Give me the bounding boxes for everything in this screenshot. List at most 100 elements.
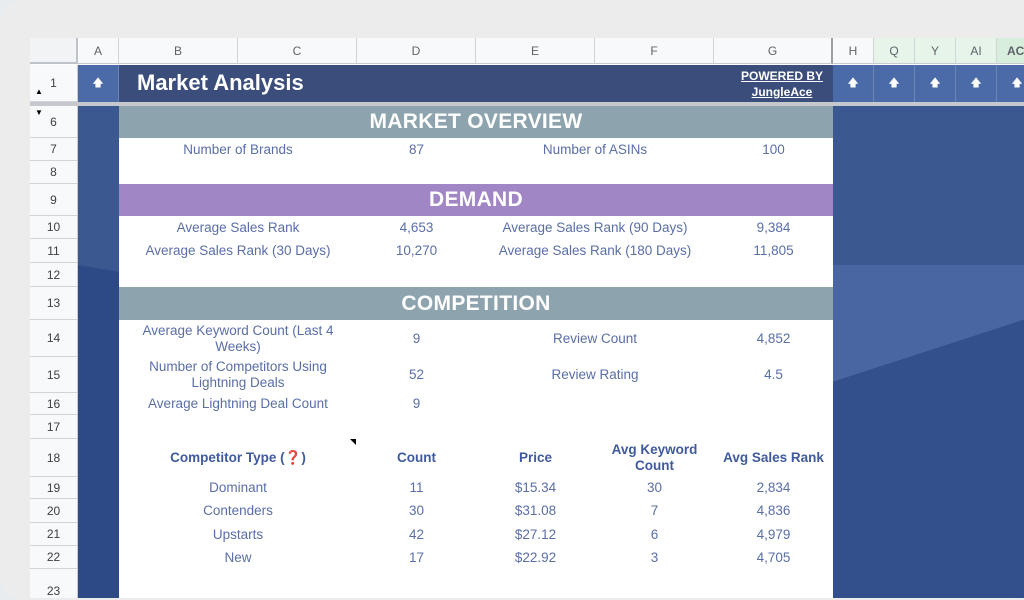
row-header-22[interactable]: 22 xyxy=(30,546,78,569)
help-icon[interactable]: ❓ xyxy=(285,450,302,466)
table-cell-asr[interactable]: 4,979 xyxy=(714,523,833,546)
table-cell-count[interactable]: 30 xyxy=(357,499,476,523)
review-rating-label: Review Rating xyxy=(551,367,639,382)
row-header-19[interactable]: 19 xyxy=(30,477,78,499)
column-header-c[interactable]: C xyxy=(238,38,357,64)
column-header-g[interactable]: G xyxy=(714,38,833,64)
table-cell-price[interactable]: $27.12 xyxy=(476,523,595,546)
column-header-a[interactable]: A xyxy=(78,38,119,64)
select-all-corner[interactable] xyxy=(30,38,78,64)
powered-by-link[interactable]: POWERED BY JungleAce xyxy=(741,68,823,100)
review-rating-value[interactable]: 4.5 xyxy=(714,357,833,393)
table-cell-count[interactable]: 42 xyxy=(357,523,476,546)
sort-up-icon[interactable]: 🡅 xyxy=(956,65,997,102)
column-header-e[interactable]: E xyxy=(476,38,595,64)
table-cell-asr[interactable]: 4,705 xyxy=(714,546,833,569)
title-bar: Market Analysis POWERED BY JungleAce xyxy=(119,65,833,102)
row-header-23[interactable]: 23 xyxy=(30,569,78,598)
table-cell-type[interactable]: Upstarts xyxy=(119,523,357,546)
competition-band: COMPETITION xyxy=(119,287,833,320)
sort-up-icon[interactable]: 🡅 xyxy=(997,65,1024,102)
row-header-6[interactable]: ▼ 6 xyxy=(30,106,78,138)
row-header-8[interactable]: 8 xyxy=(30,161,78,184)
row-header-16[interactable]: 16 xyxy=(30,393,78,415)
row-header-1[interactable]: 1 ▲ xyxy=(30,65,78,102)
row-header-14[interactable]: 14 xyxy=(30,320,78,357)
table-cell-akc[interactable]: 3 xyxy=(595,546,714,569)
row-number: 6 xyxy=(50,114,57,129)
table-cell-type[interactable]: New xyxy=(119,546,357,569)
row-header-13[interactable]: 13 xyxy=(30,287,78,320)
device-frame: A B C D E F G H Q Y AI AC 1 ▲ ▼ 6 7 8 9 10… xyxy=(0,0,1024,600)
competitor-type-header: Competitor Type (❓) xyxy=(119,439,357,477)
brands-label: Number of Brands xyxy=(183,141,293,157)
sort-up-icon[interactable]: 🡅 xyxy=(915,65,956,102)
report-panel: MARKET OVERVIEW Number of Brands 87 Numb… xyxy=(119,106,833,598)
collapse-up-icon[interactable]: ▲ xyxy=(35,87,43,96)
row-header-9[interactable]: 9 xyxy=(30,184,78,216)
lightning-deals-value[interactable]: 52 xyxy=(357,357,476,393)
avg-keyword-count-header: Avg Keyword Count xyxy=(611,442,698,473)
column-header-q[interactable]: Q xyxy=(874,38,915,64)
demand-band: DEMAND xyxy=(119,184,833,216)
sort-up-icon[interactable]: 🡅 xyxy=(78,65,119,102)
review-count-label: Review Count xyxy=(552,330,638,346)
table-cell-type[interactable]: Contenders xyxy=(119,499,357,523)
review-count-value[interactable]: 4,852 xyxy=(714,320,833,357)
column-header-ai[interactable]: AI xyxy=(956,38,997,64)
column-header-ac[interactable]: AC xyxy=(997,38,1024,64)
avg-keyword-count-label: Average Keyword Count (Last 4 Weeks) xyxy=(142,322,334,354)
brands-value[interactable]: 87 xyxy=(357,138,476,161)
sort-up-icon[interactable]: 🡅 xyxy=(833,65,874,102)
competitor-type-label: Competitor Type ( xyxy=(170,450,285,465)
avg-lightning-deal-value[interactable]: 9 xyxy=(357,393,476,415)
avg-sales-rank-value[interactable]: 4,653 xyxy=(357,216,476,239)
table-cell-count[interactable]: 17 xyxy=(357,546,476,569)
avg-sales-rank-header: Avg Sales Rank xyxy=(723,450,824,465)
page-title: Market Analysis xyxy=(137,70,304,95)
table-cell-akc[interactable]: 6 xyxy=(595,523,714,546)
avg-sales-rank-180-label: Average Sales Rank (180 Days) xyxy=(498,243,692,258)
sort-up-icon[interactable]: 🡅 xyxy=(874,65,915,102)
row-header-15[interactable]: 15 xyxy=(30,357,78,393)
column-header-h[interactable]: H xyxy=(833,38,874,64)
row-header-7[interactable]: 7 xyxy=(30,138,78,161)
row-number: 1 xyxy=(50,76,57,90)
powered-by-label: POWERED BY xyxy=(740,69,823,83)
row-header-20[interactable]: 20 xyxy=(30,499,78,523)
row-header-12[interactable]: 12 xyxy=(30,263,78,287)
row-header-21[interactable]: 21 xyxy=(30,523,78,546)
market-overview-band: MARKET OVERVIEW xyxy=(119,106,833,138)
avg-keyword-count-value[interactable]: 9 xyxy=(357,320,476,357)
table-cell-type[interactable]: Dominant xyxy=(119,477,357,499)
table-cell-asr[interactable]: 2,834 xyxy=(714,477,833,499)
row-header-10[interactable]: 10 xyxy=(30,216,78,239)
column-header-d[interactable]: D xyxy=(357,38,476,64)
spreadsheet-screen: A B C D E F G H Q Y AI AC 1 ▲ ▼ 6 7 8 9 10… xyxy=(30,38,1024,598)
avg-lightning-deal-label: Average Lightning Deal Count xyxy=(148,396,328,411)
avg-sales-rank-90-label: Average Sales Rank (90 Days) xyxy=(502,219,688,235)
avg-sales-rank-30-value[interactable]: 10,270 xyxy=(357,239,476,263)
lightning-deals-label: Number of Competitors Using Lightning De… xyxy=(149,359,327,390)
expand-down-icon[interactable]: ▼ xyxy=(35,108,43,117)
table-cell-akc[interactable]: 30 xyxy=(595,477,714,499)
count-header: Count xyxy=(397,450,436,465)
avg-sales-rank-90-value[interactable]: 9,384 xyxy=(714,216,833,239)
table-cell-price[interactable]: $31.08 xyxy=(476,499,595,523)
table-cell-price[interactable]: $15.34 xyxy=(476,477,595,499)
column-header-f[interactable]: F xyxy=(595,38,714,64)
row-header-18[interactable]: 18 xyxy=(30,439,78,477)
avg-sales-rank-180-value[interactable]: 11,805 xyxy=(714,239,833,263)
competitor-type-close: ) xyxy=(301,450,306,465)
table-cell-count[interactable]: 11 xyxy=(357,477,476,499)
asins-value[interactable]: 100 xyxy=(714,138,833,161)
brand-name: JungleAce xyxy=(751,85,813,99)
table-cell-akc[interactable]: 7 xyxy=(595,499,714,523)
column-header-y[interactable]: Y xyxy=(915,38,956,64)
table-cell-asr[interactable]: 4,836 xyxy=(714,499,833,523)
row-header-11[interactable]: 11 xyxy=(30,239,78,263)
row-header-17[interactable]: 17 xyxy=(30,415,78,439)
table-cell-price[interactable]: $22.92 xyxy=(476,546,595,569)
column-header-b[interactable]: B xyxy=(119,38,238,64)
price-header: Price xyxy=(518,450,553,465)
